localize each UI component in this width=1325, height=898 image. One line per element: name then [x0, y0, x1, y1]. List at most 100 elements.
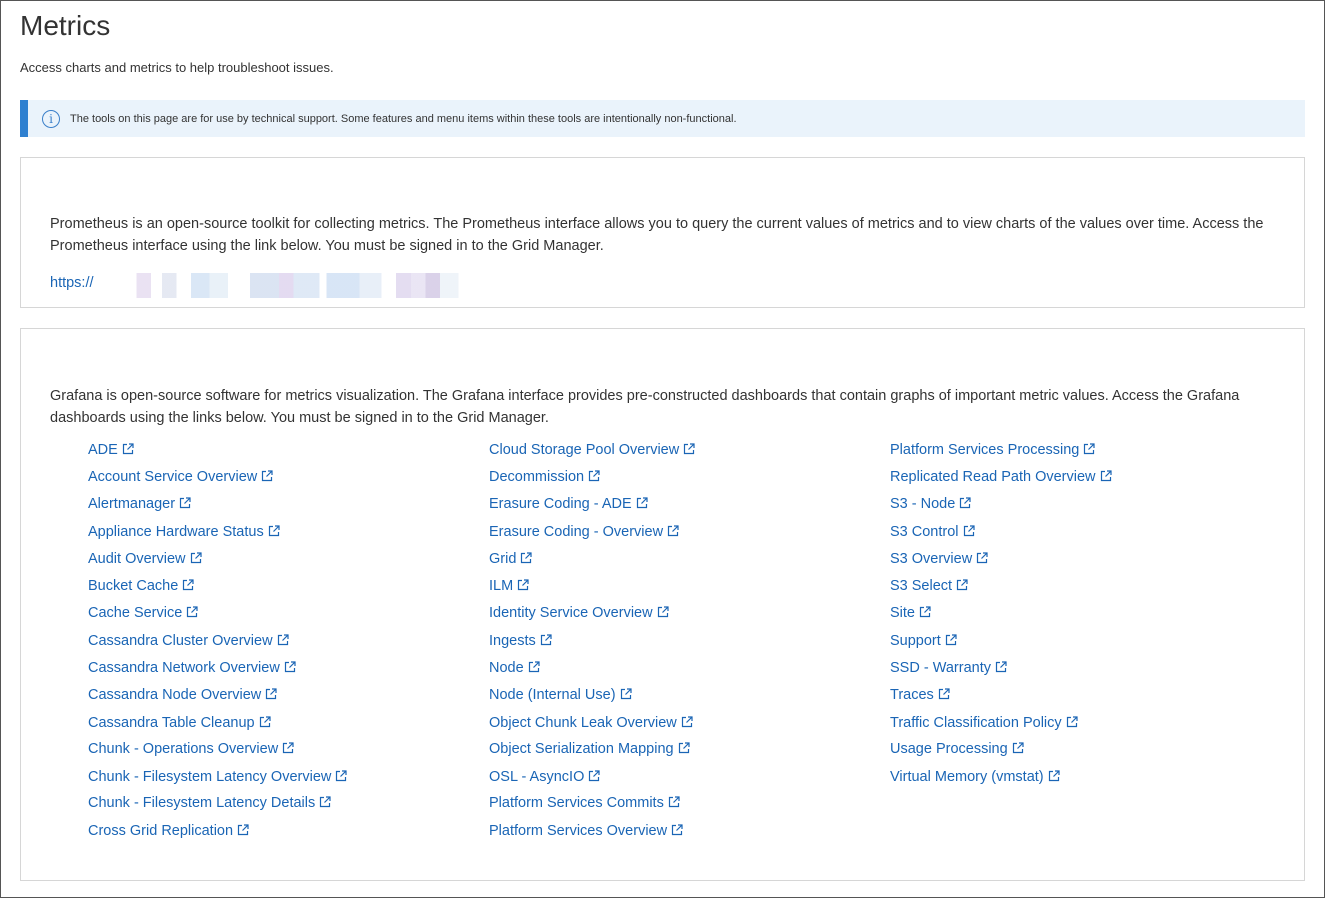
external-link-icon — [963, 525, 975, 537]
dashboard-link-label: Cache Service — [88, 605, 183, 621]
external-link-icon — [960, 497, 971, 509]
dashboard-link[interactable]: Chunk - Filesystem Latency Overview — [88, 767, 347, 787]
external-link-icon — [681, 716, 693, 728]
dashboard-link[interactable]: Node — [489, 658, 540, 678]
external-link-icon — [1048, 770, 1060, 782]
dashboard-link[interactable]: Traces — [890, 685, 950, 705]
dashboard-link[interactable]: Ingests — [489, 631, 552, 651]
dashboard-link-label: Platform Services Commits — [489, 795, 664, 811]
dashboard-link[interactable]: OSL - AsyncIO — [489, 767, 600, 787]
dashboard-link[interactable]: Chunk - Operations Overview — [88, 739, 294, 759]
external-link-icon — [667, 525, 679, 537]
external-link-icon — [588, 470, 600, 482]
dashboard-link[interactable]: Audit Overview — [88, 549, 202, 569]
external-link-icon — [1066, 716, 1078, 728]
external-link-icon — [1012, 742, 1024, 754]
dashboard-link[interactable]: Grid — [489, 549, 533, 569]
dashboard-link-label: S3 Control — [890, 524, 959, 540]
external-link-icon — [636, 497, 648, 509]
dashboard-link[interactable]: Decommission — [489, 467, 600, 487]
dashboard-link-label: Erasure Coding - ADE — [489, 496, 632, 512]
dashboard-link[interactable]: S3 - Node — [890, 494, 971, 514]
dashboard-link[interactable]: Platform Services Overview — [489, 821, 683, 841]
external-link-icon — [657, 606, 669, 618]
dashboard-link-label: Platform Services Overview — [489, 823, 668, 839]
dashboard-link[interactable]: Chunk - Filesystem Latency Details — [88, 793, 331, 813]
dashboard-link-label: Traces — [890, 687, 934, 703]
dashboard-link-label: Erasure Coding - Overview — [489, 524, 664, 540]
dashboard-link[interactable]: Cache Service — [88, 603, 198, 623]
dashboard-link-label: Cassandra Table Cleanup — [88, 715, 255, 731]
dashboard-link-label: S3 Select — [890, 578, 953, 594]
dashboard-link[interactable]: Traffic Classification Policy — [890, 713, 1078, 733]
external-link-icon — [259, 716, 271, 728]
dashboard-link[interactable]: S3 Select — [890, 576, 968, 596]
dashboard-link-label: Cross Grid Replication — [88, 823, 234, 839]
dashboard-link[interactable]: Cloud Storage Pool Overview — [489, 440, 695, 460]
page-title: Metrics — [20, 10, 111, 41]
dashboard-link[interactable]: Platform Services Commits — [489, 793, 680, 813]
dashboard-link[interactable]: Support — [890, 631, 957, 651]
dashboard-link[interactable]: Site — [890, 603, 931, 623]
external-link-icon — [684, 443, 695, 455]
external-link-icon — [671, 824, 683, 836]
dashboard-link-label: Cassandra Cluster Overview — [88, 633, 273, 649]
dashboard-link[interactable]: Identity Service Overview — [489, 603, 669, 623]
dashboard-link[interactable]: Cassandra Network Overview — [88, 658, 296, 678]
dashboard-link-label: Traffic Classification Policy — [890, 715, 1062, 731]
dashboard-link[interactable]: Cassandra Table Cleanup — [88, 713, 271, 733]
dashboard-link[interactable]: S3 Control — [890, 522, 975, 542]
dashboard-link-label: Bucket Cache — [88, 578, 179, 594]
dashboard-link-label: S3 - Node — [890, 496, 956, 512]
dashboard-link[interactable]: Node (Internal Use) — [489, 685, 632, 705]
dashboard-link-label: Node (Internal Use) — [489, 687, 616, 703]
external-link-icon — [977, 552, 988, 564]
external-link-icon — [938, 688, 950, 700]
external-link-icon — [122, 443, 134, 455]
external-link-icon — [620, 688, 632, 700]
info-banner: i The tools on this page are for use by … — [20, 100, 1305, 137]
dashboard-link[interactable]: Object Chunk Leak Overview — [489, 713, 693, 733]
dashboard-link-label: S3 Overview — [890, 551, 973, 567]
external-link-icon — [1084, 443, 1095, 455]
dashboard-link[interactable]: Erasure Coding - Overview — [489, 522, 679, 542]
dashboard-link-label: ILM — [489, 578, 514, 594]
dashboard-link[interactable]: SSD - Warranty — [890, 658, 1007, 678]
dashboard-link[interactable]: Alertmanager — [88, 494, 191, 514]
external-link-icon — [262, 470, 273, 482]
external-link-icon — [1100, 470, 1112, 482]
dashboard-link[interactable]: Account Service Overview — [88, 467, 273, 487]
external-link-icon — [190, 552, 202, 564]
external-link-icon — [187, 606, 198, 618]
dashboard-link-label: Cassandra Node Overview — [88, 687, 262, 703]
dashboard-link[interactable]: Virtual Memory (vmstat) — [890, 767, 1060, 787]
dashboard-link[interactable]: Appliance Hardware Status — [88, 522, 280, 542]
dashboard-link[interactable]: Usage Processing — [890, 739, 1024, 759]
dashboard-link[interactable]: S3 Overview — [890, 549, 988, 569]
external-link-icon — [268, 525, 280, 537]
dashboard-link[interactable]: ILM — [489, 576, 529, 596]
dashboard-link-label: Usage Processing — [890, 741, 1008, 757]
dashboard-link[interactable]: Bucket Cache — [88, 576, 194, 596]
dashboard-link[interactable]: Platform Services Processing — [890, 440, 1095, 460]
dashboard-link-label: Chunk - Operations Overview — [88, 741, 279, 757]
external-link-icon — [277, 634, 289, 646]
dashboard-link[interactable]: Erasure Coding - ADE — [489, 494, 648, 514]
grafana-description: Grafana is open-source software for metr… — [50, 388, 1240, 426]
dashboard-link[interactable]: Replicated Read Path Overview — [890, 467, 1112, 487]
dashboard-link[interactable]: Cassandra Node Overview — [88, 685, 277, 705]
dashboard-link[interactable]: Object Serialization Mapping — [489, 739, 690, 759]
dashboard-link[interactable]: Cassandra Cluster Overview — [88, 631, 289, 651]
dashboard-link-label: Cassandra Network Overview — [88, 660, 280, 676]
external-link-icon — [518, 579, 529, 591]
external-link-icon — [179, 497, 191, 509]
info-icon: i — [42, 109, 60, 128]
external-link-icon — [668, 796, 680, 808]
prometheus-link[interactable]: https:// — [50, 275, 94, 291]
dashboard-link-label: Decommission — [489, 469, 585, 485]
dashboard-link[interactable]: ADE — [88, 440, 134, 460]
dashboard-link-label: Chunk - Filesystem Latency Details — [88, 795, 316, 811]
dashboard-link[interactable]: Cross Grid Replication — [88, 821, 249, 841]
dashboard-link-label: Object Serialization Mapping — [489, 741, 674, 757]
grafana-panel: Grafana is open-source software for metr… — [20, 328, 1305, 881]
